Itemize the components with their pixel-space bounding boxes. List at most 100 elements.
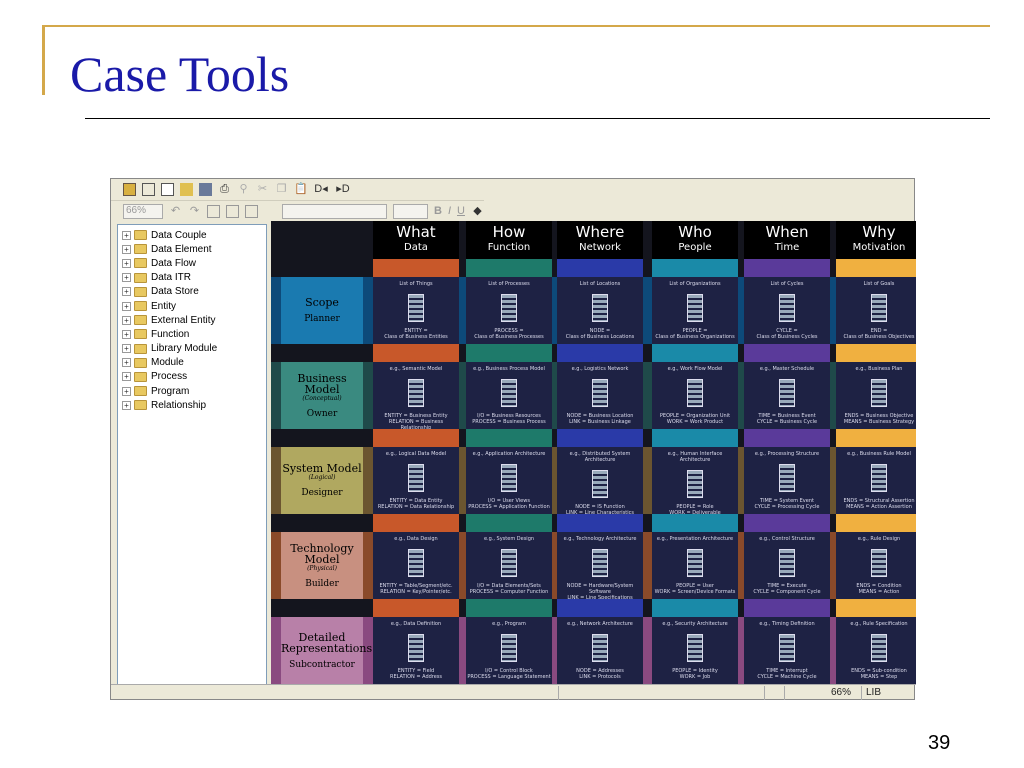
tree-item-label: Data Flow: [151, 257, 197, 269]
properties-icon[interactable]: [142, 183, 155, 196]
expand-icon[interactable]: +: [122, 329, 131, 339]
tree-item[interactable]: + Data Store: [118, 285, 266, 299]
framework-cell[interactable]: e.g., Business Rule Model ENDS = Structur…: [836, 447, 916, 514]
framework-cell[interactable]: List of Cycles CYCLE = Class of Business C…: [744, 277, 830, 344]
zoom-in-icon[interactable]: ↶: [169, 205, 182, 218]
framework-cell[interactable]: e.g., Semantic Model ENTITY = Business En…: [373, 362, 459, 431]
framework-cell[interactable]: e.g., Processing Structure TIME = System …: [744, 447, 830, 514]
tree-item[interactable]: + Relationship: [118, 398, 266, 412]
cell-title: e.g., System Design: [483, 536, 535, 542]
copy-icon[interactable]: ❐: [275, 183, 288, 196]
zoom-out-icon[interactable]: ↷: [188, 205, 201, 218]
framework-cell[interactable]: e.g., Business Plan ENDS = Business Objec…: [836, 362, 916, 429]
framework-cell[interactable]: e.g., Security Architecture PEOPLE = Iden…: [652, 617, 738, 684]
framework-cell[interactable]: e.g., Data Design ENTITY = Table/Segment/…: [373, 532, 459, 599]
framework-cell[interactable]: e.g., Work Flow Model PEOPLE = Organizati…: [652, 362, 738, 429]
tree-item[interactable]: + Data Couple: [118, 228, 266, 242]
framework-cell[interactable]: e.g., Data Definition ENTITY = Field RELAT…: [373, 617, 459, 684]
row-owner: Owner: [306, 408, 338, 419]
column-color-bar: [652, 344, 738, 362]
connect-icon[interactable]: D◂: [313, 183, 329, 196]
expand-icon[interactable]: +: [122, 358, 131, 368]
tree-item[interactable]: + Data Flow: [118, 256, 266, 270]
new-file-icon[interactable]: [161, 183, 174, 196]
framework-cell[interactable]: e.g., Logical Data Model ENTITY = Data En…: [373, 447, 459, 514]
expand-icon[interactable]: +: [122, 273, 131, 283]
row-label[interactable]: Business Model (Conceptual) Owner: [281, 362, 363, 429]
tree-item[interactable]: + Module: [118, 356, 266, 370]
tree-item[interactable]: + Entity: [118, 299, 266, 313]
framework-cell[interactable]: e.g., Application Architecture I/O = User…: [466, 447, 552, 514]
cell-title: List of Things: [399, 281, 433, 287]
expand-icon[interactable]: +: [122, 315, 131, 325]
underline-button[interactable]: U: [457, 205, 465, 217]
view-1-icon[interactable]: [207, 204, 220, 218]
framework-cell[interactable]: e.g., Program I/O = Control Block PROCESS …: [466, 617, 552, 684]
model-icon: [779, 379, 795, 407]
framework-cell[interactable]: e.g., Presentation Architecture PEOPLE = …: [652, 532, 738, 599]
tree-item[interactable]: + Process: [118, 370, 266, 384]
row-label[interactable]: System Model (Logical) Designer: [281, 447, 363, 514]
expand-icon[interactable]: +: [122, 287, 131, 297]
cell-title: e.g., Data Definition: [390, 621, 442, 627]
repository-icon[interactable]: [123, 183, 136, 196]
cell-line-2: LINK = Business Linkage: [569, 419, 631, 425]
paste-icon[interactable]: 📋: [294, 183, 308, 196]
expand-icon[interactable]: +: [122, 386, 131, 396]
framework-cell[interactable]: e.g., Distributed System Architecture NOD…: [557, 447, 643, 516]
disconnect-icon[interactable]: ▸D: [335, 183, 351, 196]
tree-item[interactable]: + Function: [118, 327, 266, 341]
save-icon[interactable]: [199, 183, 212, 196]
framework-cell[interactable]: List of Processes PROCESS = Class of Busin…: [466, 277, 552, 344]
framework-cell[interactable]: e.g., Master Schedule TIME = Business Eve…: [744, 362, 830, 429]
tree-item[interactable]: + External Entity: [118, 313, 266, 327]
zoom-select[interactable]: 66%: [123, 203, 163, 219]
font-select[interactable]: [282, 203, 387, 219]
framework-cell[interactable]: List of Goals END = Class of Business Obje…: [836, 277, 916, 344]
row-label[interactable]: Technology Model (Physical) Builder: [281, 532, 363, 599]
expand-icon[interactable]: +: [122, 372, 131, 382]
view-3-icon[interactable]: [245, 204, 258, 218]
framework-cell[interactable]: e.g., Logistics Network NODE = Business L…: [557, 362, 643, 429]
expand-icon[interactable]: +: [122, 230, 131, 240]
expand-icon[interactable]: +: [122, 244, 131, 254]
cell-title: e.g., Program: [492, 621, 526, 627]
framework-cell[interactable]: e.g., Business Process Model I/O = Busine…: [466, 362, 552, 429]
row-label[interactable]: Scope Planner: [281, 277, 363, 344]
expand-icon[interactable]: +: [122, 258, 131, 268]
italic-button[interactable]: I: [448, 205, 451, 217]
tree-item[interactable]: + Program: [118, 384, 266, 398]
object-tree[interactable]: + Data Couple + Data Element + Data Flow + Data…: [117, 224, 267, 685]
view-2-icon[interactable]: [226, 204, 239, 218]
cut-icon[interactable]: ✂: [256, 183, 269, 196]
folder-icon: [134, 386, 147, 397]
framework-cell[interactable]: e.g., System Design I/O = Data Elements/S…: [466, 532, 552, 599]
tree-item[interactable]: + Library Module: [118, 342, 266, 356]
expand-icon[interactable]: +: [122, 344, 131, 354]
open-folder-icon[interactable]: [180, 183, 193, 196]
fill-color-icon[interactable]: ◆: [471, 205, 484, 218]
expand-icon[interactable]: +: [122, 301, 131, 311]
expand-icon[interactable]: +: [122, 400, 131, 410]
tree-item[interactable]: + Data Element: [118, 242, 266, 256]
find-icon[interactable]: ⚲: [237, 183, 250, 196]
framework-cell[interactable]: e.g., Technology Architecture NODE = Hard…: [557, 532, 643, 601]
framework-cell[interactable]: e.g., Network Architecture NODE = Address…: [557, 617, 643, 684]
framework-cell[interactable]: e.g., Human Interface Architecture PEOPLE…: [652, 447, 738, 516]
bold-button[interactable]: B: [434, 205, 442, 217]
framework-cell[interactable]: List of Things ENTITY = Class of Business …: [373, 277, 459, 344]
framework-cell[interactable]: e.g., Control Structure TIME = Execute CYC…: [744, 532, 830, 599]
zachman-framework-matrix: What Data How Function Where Network Who People…: [271, 221, 916, 684]
print-icon[interactable]: ⎙: [218, 183, 231, 196]
framework-cell[interactable]: e.g., Rule Design ENDS = Condition MEANS =…: [836, 532, 916, 599]
framework-cell[interactable]: List of Locations NODE = Class of Business…: [557, 277, 643, 344]
tree-item[interactable]: + Data ITR: [118, 271, 266, 285]
tree-item-label: Relationship: [151, 399, 207, 411]
framework-cell[interactable]: List of Organizations PEOPLE = Class of Bu…: [652, 277, 738, 344]
column-header: When Time: [744, 221, 830, 259]
column-color-bar: [652, 599, 738, 617]
font-size-select[interactable]: [393, 203, 428, 219]
framework-cell[interactable]: e.g., Timing Definition TIME = Interrupt C…: [744, 617, 830, 684]
row-label[interactable]: Detailed Representations Subcontractor: [281, 617, 372, 684]
framework-cell[interactable]: e.g., Rule Specification ENDS = Sub-condi…: [836, 617, 916, 684]
